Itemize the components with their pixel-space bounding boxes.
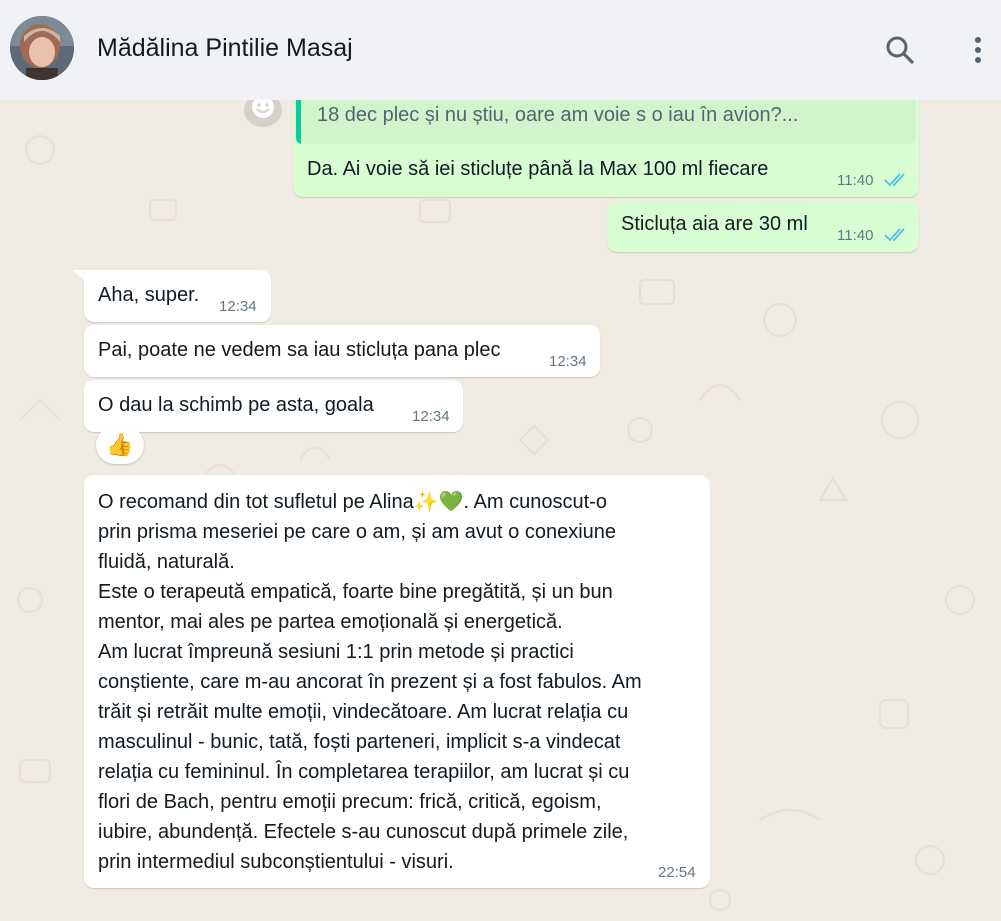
message-line: trăit și retrăit multe emoții, vindecăto… xyxy=(98,701,629,723)
message-line: prin intermediul subconștientului - visu… xyxy=(98,851,454,873)
message-time: 12:34 xyxy=(412,408,450,425)
message-in-2[interactable]: Pai, poate ne vedem sa iau sticluța pana… xyxy=(84,325,600,377)
message-line: iubire, abundență. Efectele s-au cunoscu… xyxy=(98,821,629,843)
message-in-4[interactable]: O recomand din tot sufletul pe Alina✨💚. … xyxy=(84,475,710,888)
double-check-read-icon xyxy=(884,173,905,187)
message-in-1[interactable]: Aha, super. 12:34 xyxy=(84,270,271,322)
message-line: flori de Bach, pentru emoții precum: fri… xyxy=(98,791,602,813)
message-text: Aha, super. xyxy=(98,284,200,306)
message-in-3[interactable]: O dau la schimb pe asta, goala 12:34 xyxy=(84,380,463,432)
message-line: masculinul - bunic, tată, foști partener… xyxy=(98,731,621,753)
message-line: conștiente, care m-au ancorat în prezent… xyxy=(98,671,642,693)
message-out-2[interactable]: Sticluța aia are 30 ml 11:40 xyxy=(607,201,919,252)
message-time: 12:34 xyxy=(549,353,587,370)
search-button[interactable] xyxy=(880,28,920,72)
message-line: relația cu femininul. În completarea ter… xyxy=(98,761,630,783)
double-check-read-icon xyxy=(884,228,905,242)
message-time: 11:40 xyxy=(837,172,874,189)
message-text: O dau la schimb pe asta, goala xyxy=(98,394,374,416)
contact-name[interactable]: Mădălina Pintilie Masaj xyxy=(97,34,353,63)
message-line: O recomand din tot sufletul pe Alina✨💚. … xyxy=(98,491,607,513)
menu-button[interactable] xyxy=(958,28,998,72)
long-message-text: O recomand din tot sufletul pe Alina✨💚. … xyxy=(98,487,708,877)
message-line: prin prisma meseriei pe care o am, și am… xyxy=(98,521,617,543)
message-text: Pai, poate ne vedem sa iau sticluța pana… xyxy=(98,339,501,361)
contact-avatar[interactable] xyxy=(10,16,74,80)
chat-header: Mădălina Pintilie Masaj xyxy=(0,0,1001,100)
message-text: Da. Ai voie să iei sticluțe până la Max … xyxy=(307,158,769,180)
thumbs-up-reaction[interactable]: 👍 xyxy=(96,426,144,464)
message-line: Am lucrat împreună sesiuni 1:1 prin meto… xyxy=(98,641,574,663)
kebab-menu-icon xyxy=(975,37,981,63)
message-time: 12:34 xyxy=(219,298,257,315)
message-time: 11:40 xyxy=(837,227,874,244)
message-time: 22:54 xyxy=(658,864,696,881)
message-line: mentor, mai ales pe partea emoțională și… xyxy=(98,611,563,633)
search-icon xyxy=(886,36,914,64)
message-line: Este o terapeută empatică, foarte bine p… xyxy=(98,581,613,603)
message-text: Sticluța aia are 30 ml xyxy=(621,213,808,235)
quoted-message-text: 18 dec plec și nu știu, oare am voie s o… xyxy=(317,104,799,126)
message-line: fluidă, naturală. xyxy=(98,551,235,573)
